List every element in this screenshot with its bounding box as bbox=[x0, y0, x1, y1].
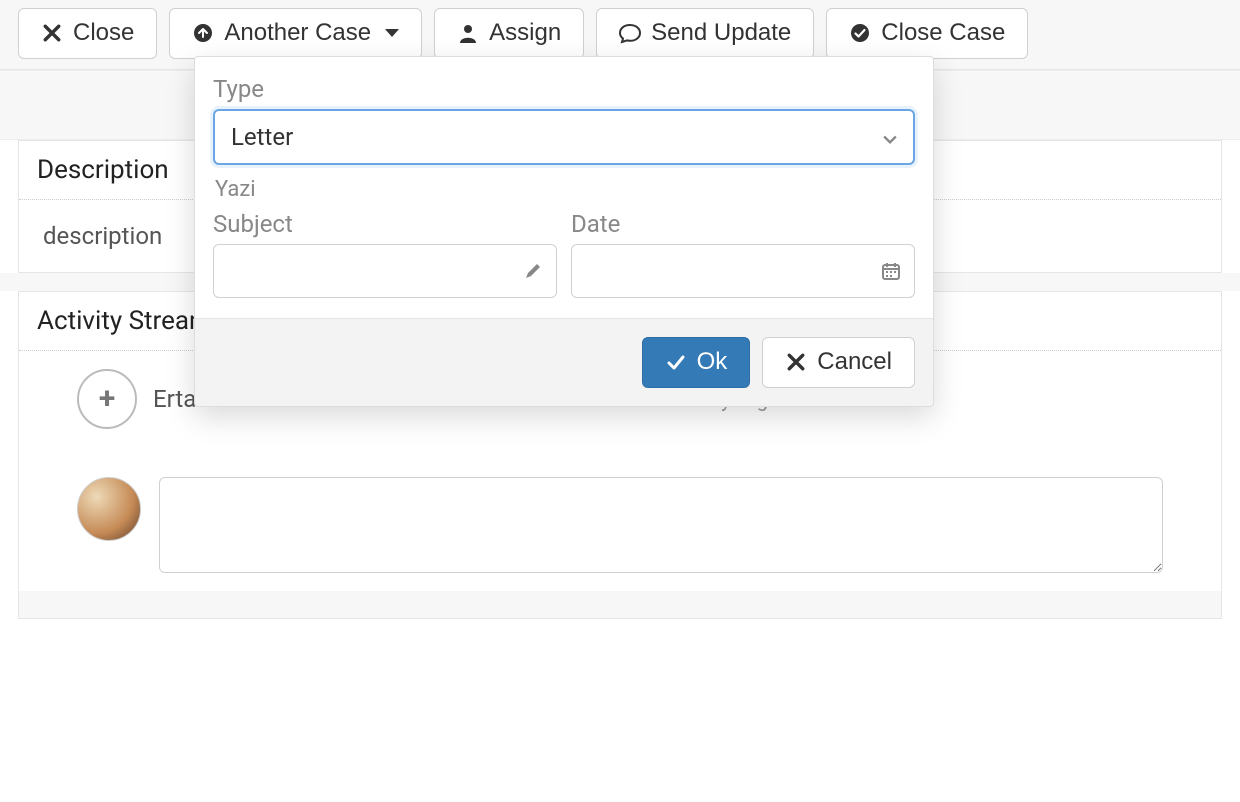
cancel-label: Cancel bbox=[817, 348, 892, 377]
x-icon bbox=[785, 351, 807, 373]
date-label: Date bbox=[571, 210, 915, 238]
ok-button[interactable]: Ok bbox=[642, 337, 751, 388]
close-case-button[interactable]: Close Case bbox=[826, 8, 1028, 59]
send-update-button[interactable]: Send Update bbox=[596, 8, 814, 59]
another-case-button[interactable]: Another Case bbox=[169, 8, 422, 59]
date-input[interactable] bbox=[571, 244, 915, 298]
chevron-down-icon bbox=[883, 123, 897, 151]
another-case-label: Another Case bbox=[224, 19, 371, 48]
assign-button[interactable]: Assign bbox=[434, 8, 584, 59]
type-value: Letter bbox=[231, 123, 293, 151]
plus-icon: + bbox=[77, 369, 137, 429]
user-icon bbox=[457, 22, 479, 44]
compose-input[interactable] bbox=[159, 477, 1163, 573]
pencil-icon bbox=[523, 261, 543, 281]
check-circle-icon bbox=[849, 22, 871, 44]
close-label: Close bbox=[73, 19, 134, 48]
cancel-button[interactable]: Cancel bbox=[762, 337, 915, 388]
chat-icon bbox=[619, 22, 641, 44]
send-update-label: Send Update bbox=[651, 19, 791, 48]
another-case-popover: Type Letter Yazi Subject Date bbox=[194, 56, 934, 407]
assign-label: Assign bbox=[489, 19, 561, 48]
subject-input[interactable] bbox=[213, 244, 557, 298]
x-icon bbox=[41, 22, 63, 44]
type-helper: Yazi bbox=[215, 177, 913, 202]
ok-label: Ok bbox=[697, 348, 728, 377]
compose-row bbox=[19, 437, 1221, 591]
bottom-spacer bbox=[18, 591, 1222, 619]
close-button[interactable]: Close bbox=[18, 8, 157, 59]
avatar bbox=[77, 477, 141, 541]
check-icon bbox=[665, 351, 687, 373]
type-select[interactable]: Letter bbox=[213, 109, 915, 165]
chevron-down-icon bbox=[385, 29, 399, 37]
calendar-icon bbox=[881, 261, 901, 281]
type-label: Type bbox=[213, 75, 915, 103]
subject-label: Subject bbox=[213, 210, 557, 238]
upload-circle-icon bbox=[192, 22, 214, 44]
close-case-label: Close Case bbox=[881, 19, 1005, 48]
